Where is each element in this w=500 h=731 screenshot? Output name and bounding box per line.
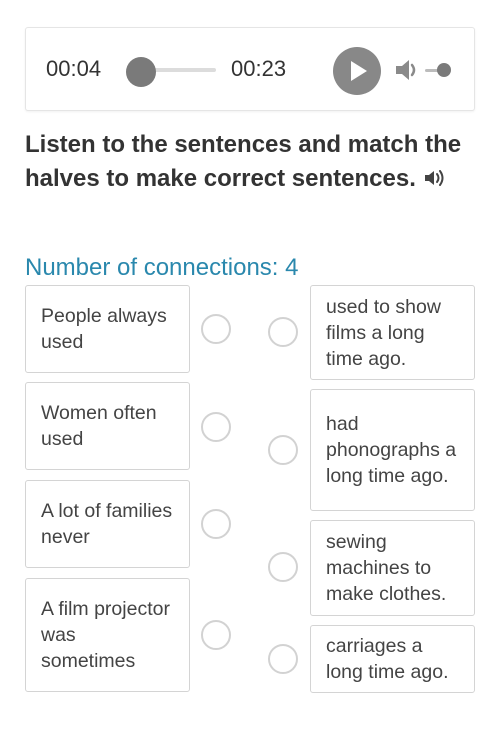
left-item-2[interactable]: Women often used <box>25 382 190 470</box>
left-connector-3[interactable] <box>201 509 231 539</box>
left-connector-2[interactable] <box>201 412 231 442</box>
right-item-1[interactable]: used to show films a long time ago. <box>310 285 475 380</box>
left-item-label: A lot of families never <box>41 500 173 548</box>
left-item-4[interactable]: A film projector was sometimes <box>25 578 190 692</box>
right-connector-2[interactable] <box>268 435 298 465</box>
right-connector-4[interactable] <box>268 644 298 674</box>
left-item-1[interactable]: People always used <box>25 285 190 373</box>
left-item-3[interactable]: A lot of families never <box>25 480 190 568</box>
instructions: Listen to the sentences and match the ha… <box>25 128 475 196</box>
connections-count: Number of connections: 4 <box>25 254 299 281</box>
progress-handle[interactable] <box>126 57 157 87</box>
right-item-4[interactable]: carriages a long time ago. <box>310 625 475 693</box>
right-item-3[interactable]: sewing machines to make clothes. <box>310 520 475 616</box>
right-connector-1[interactable] <box>268 317 298 347</box>
volume-handle[interactable] <box>437 63 452 77</box>
audio-player: 00:04 00:23 <box>25 27 475 111</box>
right-item-2[interactable]: had phonographs a long time ago. <box>310 389 475 511</box>
current-time: 00:04 <box>46 56 102 81</box>
left-connector-1[interactable] <box>201 314 231 344</box>
right-connector-3[interactable] <box>268 552 298 582</box>
left-item-label: Women often used <box>41 402 157 450</box>
total-time: 00:23 <box>231 56 287 81</box>
right-item-label: had phonographs a long time ago. <box>326 413 457 487</box>
play-button[interactable] <box>333 47 381 95</box>
right-item-label: carriages a long time ago. <box>326 635 449 683</box>
instructions-text: Listen to the sentences and match the ha… <box>25 131 462 192</box>
left-connector-4[interactable] <box>201 620 231 650</box>
play-icon <box>351 61 367 81</box>
left-item-label: A film projector was sometimes <box>41 598 170 672</box>
volume-icon[interactable] <box>393 56 421 84</box>
left-item-label: People always used <box>41 305 167 353</box>
speaker-icon[interactable] <box>424 168 446 188</box>
right-item-label: sewing machines to make clothes. <box>326 531 447 605</box>
right-item-label: used to show films a long time ago. <box>326 295 441 370</box>
